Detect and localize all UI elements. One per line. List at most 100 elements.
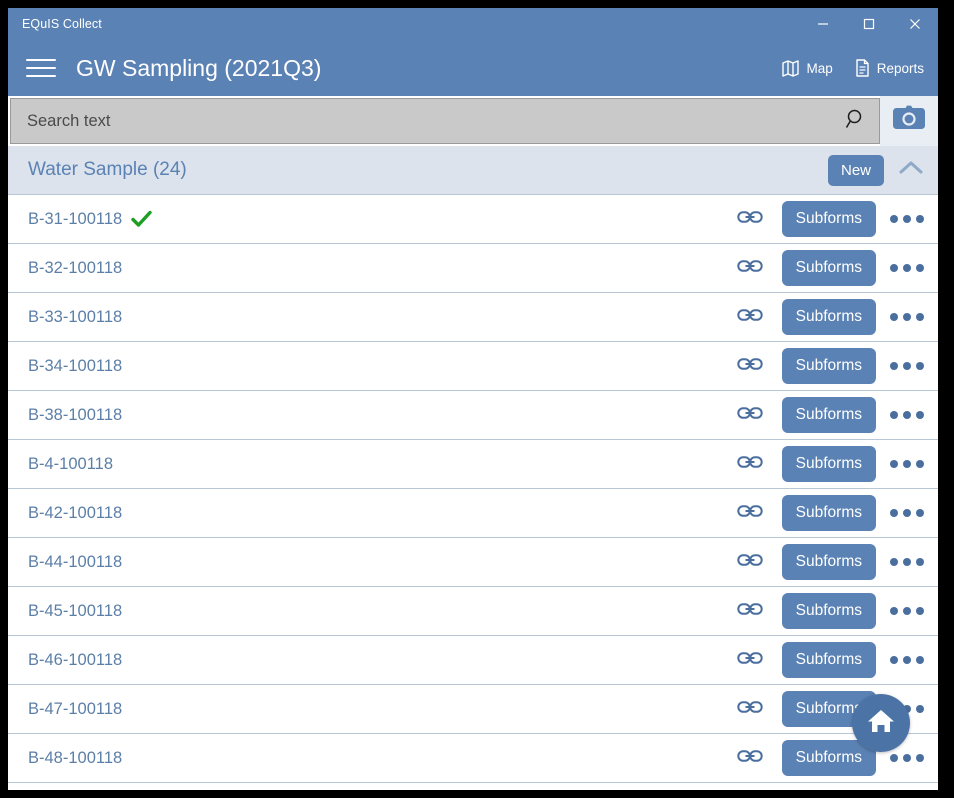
table-row[interactable]: B-47-100118Subforms <box>8 685 938 734</box>
table-row[interactable]: B-38-100118Subforms <box>8 391 938 440</box>
ellipsis-icon-dot <box>890 362 898 370</box>
link-icon <box>737 305 763 330</box>
link-button[interactable] <box>728 599 772 624</box>
maximize-icon <box>863 18 875 30</box>
ellipsis-icon-dot <box>903 460 911 468</box>
table-row[interactable]: B-32-100118Subforms <box>8 244 938 293</box>
search-row <box>8 96 938 146</box>
link-button[interactable] <box>728 697 772 722</box>
ellipsis-icon-dot <box>890 509 898 517</box>
subforms-button[interactable]: Subforms <box>782 495 876 531</box>
subforms-button[interactable]: Subforms <box>782 250 876 286</box>
ellipsis-icon-dot <box>903 607 911 615</box>
table-row[interactable]: B-48-100118Subforms <box>8 734 938 783</box>
ellipsis-icon-dot <box>903 558 911 566</box>
ellipsis-icon-dot <box>890 460 898 468</box>
more-options-button[interactable] <box>876 215 938 223</box>
link-button[interactable] <box>728 501 772 526</box>
section-header-water-sample: Water Sample (24) New <box>8 146 938 195</box>
link-icon <box>737 452 763 477</box>
link-button[interactable] <box>728 550 772 575</box>
ellipsis-icon-dot <box>903 362 911 370</box>
camera-button[interactable] <box>880 96 938 146</box>
row-label: B-34-100118 <box>28 357 122 376</box>
maximize-button[interactable] <box>846 8 892 40</box>
more-options-button[interactable] <box>876 754 938 762</box>
more-options-button[interactable] <box>876 656 938 664</box>
more-options-button[interactable] <box>876 264 938 272</box>
subforms-button[interactable]: Subforms <box>782 397 876 433</box>
ellipsis-icon-dot <box>916 215 924 223</box>
ellipsis-icon-dot <box>916 264 924 272</box>
ellipsis-icon-dot <box>916 754 924 762</box>
close-button[interactable] <box>892 8 938 40</box>
link-icon <box>737 354 763 379</box>
subforms-button[interactable]: Subforms <box>782 299 876 335</box>
link-icon <box>737 697 763 722</box>
section-title: Water Sample (24) <box>28 159 828 181</box>
reports-label: Reports <box>877 61 924 76</box>
complete-check-icon <box>131 210 152 228</box>
ellipsis-icon-dot <box>916 558 924 566</box>
ellipsis-icon-dot <box>903 656 911 664</box>
close-icon <box>909 18 921 30</box>
window-title: EQuIS Collect <box>8 17 102 31</box>
table-row[interactable]: B-31-100118Subforms <box>8 195 938 244</box>
map-icon <box>782 59 799 77</box>
subforms-button[interactable]: Subforms <box>782 348 876 384</box>
search-button[interactable] <box>833 108 879 135</box>
reports-button[interactable]: Reports <box>855 59 924 77</box>
link-button[interactable] <box>728 403 772 428</box>
map-button[interactable]: Map <box>782 59 832 77</box>
link-icon <box>737 403 763 428</box>
table-row[interactable]: B-44-100118Subforms <box>8 538 938 587</box>
search-input[interactable] <box>11 111 833 132</box>
table-row[interactable]: B-45-100118Subforms <box>8 587 938 636</box>
table-row[interactable]: B-46-100118Subforms <box>8 636 938 685</box>
window-controls <box>800 8 938 40</box>
window-titlebar: EQuIS Collect <box>8 8 938 40</box>
link-button[interactable] <box>728 305 772 330</box>
ellipsis-icon-dot <box>890 313 898 321</box>
subforms-button[interactable]: Subforms <box>782 593 876 629</box>
more-options-button[interactable] <box>876 558 938 566</box>
home-button[interactable] <box>852 694 910 752</box>
more-options-button[interactable] <box>876 607 938 615</box>
app-bar: GW Sampling (2021Q3) Map <box>8 40 938 96</box>
link-button[interactable] <box>728 207 772 232</box>
collapse-section-button[interactable] <box>884 159 938 182</box>
ellipsis-icon-dot <box>903 313 911 321</box>
more-options-button[interactable] <box>876 460 938 468</box>
ellipsis-icon-dot <box>890 656 898 664</box>
ellipsis-icon-dot <box>890 411 898 419</box>
subforms-button[interactable]: Subforms <box>782 642 876 678</box>
link-icon <box>737 256 763 281</box>
link-button[interactable] <box>728 354 772 379</box>
link-button[interactable] <box>728 256 772 281</box>
table-row[interactable]: B-4-100118Subforms <box>8 440 938 489</box>
ellipsis-icon-dot <box>890 754 898 762</box>
more-options-button[interactable] <box>876 509 938 517</box>
more-options-button[interactable] <box>876 362 938 370</box>
table-row[interactable]: B-33-100118Subforms <box>8 293 938 342</box>
ellipsis-icon-dot <box>890 607 898 615</box>
home-icon <box>866 707 896 740</box>
app-window: EQuIS Collect GW Sampling (202 <box>8 8 938 790</box>
hamburger-menu-icon[interactable] <box>26 55 56 81</box>
link-icon <box>737 746 763 771</box>
link-button[interactable] <box>728 746 772 771</box>
subforms-button[interactable]: Subforms <box>782 446 876 482</box>
table-row[interactable]: B-34-100118 Subforms <box>8 342 938 391</box>
minimize-button[interactable] <box>800 8 846 40</box>
subforms-button[interactable]: Subforms <box>782 544 876 580</box>
ellipsis-icon-dot <box>890 264 898 272</box>
link-button[interactable] <box>728 452 772 477</box>
ellipsis-icon-dot <box>903 754 911 762</box>
more-options-button[interactable] <box>876 411 938 419</box>
subforms-button[interactable]: Subforms <box>782 201 876 237</box>
table-row[interactable]: B-42-100118Subforms <box>8 489 938 538</box>
more-options-button[interactable] <box>876 313 938 321</box>
new-button[interactable]: New <box>828 155 884 186</box>
link-button[interactable] <box>728 648 772 673</box>
link-icon <box>737 501 763 526</box>
